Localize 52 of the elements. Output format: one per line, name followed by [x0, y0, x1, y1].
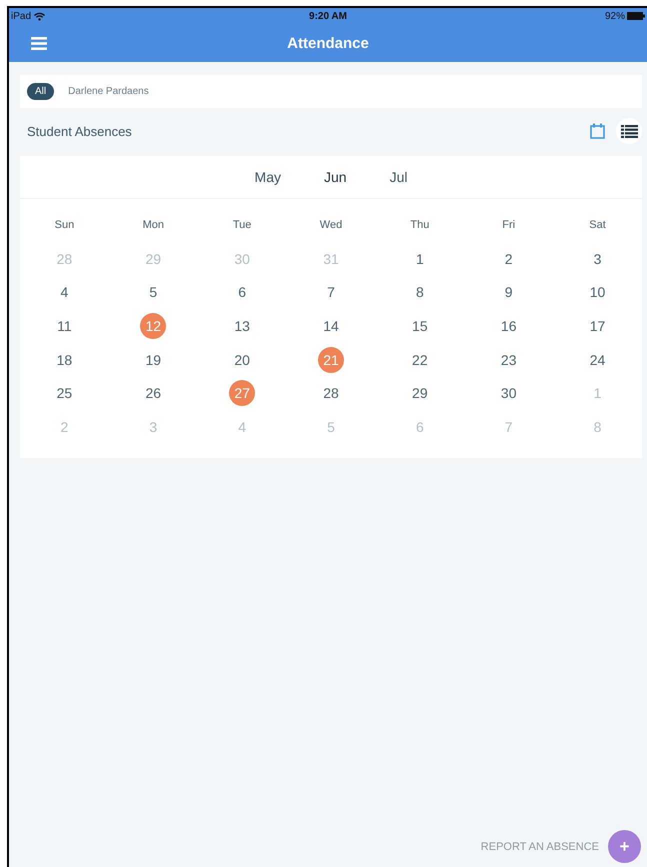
calendar-day[interactable]: 28 [318, 380, 344, 406]
weekday-label: Wed [320, 218, 342, 233]
calendar-day[interactable]: 8 [406, 279, 433, 306]
section-title: Student Absences [27, 124, 132, 138]
add-absence-button[interactable]: + [608, 830, 641, 863]
filter-chip[interactable]: All [27, 83, 54, 100]
weekday-label: Sat [589, 218, 606, 233]
calendar-day[interactable]: 3 [584, 246, 611, 272]
weekday-label: Sun [54, 218, 74, 233]
battery-icon [627, 12, 645, 20]
calendar-day[interactable]: 6 [229, 279, 256, 306]
calendar-day[interactable]: 17 [584, 312, 611, 339]
calendar-day[interactable]: 7 [318, 279, 344, 306]
calendar-day[interactable]: 22 [406, 346, 433, 373]
calendar-day[interactable]: 20 [229, 346, 256, 373]
calendar-day[interactable]: 30 [496, 380, 522, 406]
wifi-icon [34, 12, 46, 20]
calendar-day[interactable]: 26 [140, 380, 166, 406]
clock-time: 9:20 AM [309, 10, 347, 22]
calendar-day[interactable]: 25 [51, 380, 78, 406]
calendar-day[interactable]: 18 [51, 346, 78, 373]
weekday-label: Fri [502, 218, 516, 233]
calendar-day[interactable]: 24 [584, 346, 611, 373]
device-label: iPad [11, 10, 32, 22]
calendar-day[interactable]: 11 [51, 312, 78, 339]
list-icon [620, 124, 638, 138]
battery-percent: 92% [604, 10, 625, 22]
month-tab[interactable]: Jul [390, 169, 408, 185]
calendar-day[interactable]: 19 [140, 346, 166, 373]
calendar-day[interactable]: 1 [406, 246, 433, 272]
calendar-day[interactable]: 5 [140, 279, 166, 306]
weekday-label: Mon [142, 218, 164, 233]
calendar-day[interactable]: 13 [229, 312, 256, 339]
menu-button[interactable] [29, 34, 49, 52]
weekday-label: Thu [410, 218, 430, 233]
screen-title: Attendance [287, 34, 369, 52]
month-tab[interactable]: Jun [324, 169, 347, 185]
month-tab[interactable]: May [254, 169, 281, 185]
list-view-button[interactable] [616, 118, 642, 144]
calendar-day[interactable]: 29 [406, 380, 433, 406]
calendar-day[interactable]: 4 [51, 279, 78, 306]
calendar-day[interactable]: 16 [496, 312, 522, 339]
calendar-day[interactable]: 9 [496, 279, 522, 306]
calendar-icon [590, 123, 604, 139]
calendar-day[interactable]: 15 [406, 312, 433, 339]
calendar-day[interactable]: 10 [584, 279, 611, 306]
calendar-day[interactable]: 23 [496, 346, 522, 373]
calendar-day[interactable]: 14 [318, 312, 344, 339]
menu-icon [31, 36, 47, 50]
weekday-label: Tue [232, 218, 252, 233]
calendar-day[interactable]: 2 [496, 246, 522, 272]
filter-chip[interactable]: Darlene Pardaens [60, 83, 157, 100]
